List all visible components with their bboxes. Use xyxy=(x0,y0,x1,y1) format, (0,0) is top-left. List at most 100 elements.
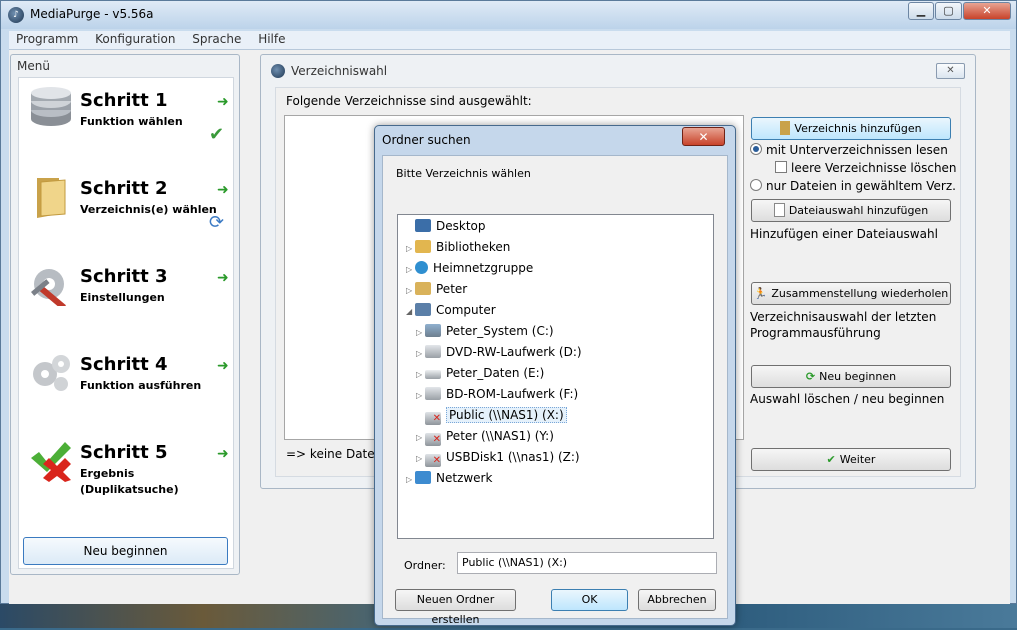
tree-item-label: Netzwerk xyxy=(436,471,493,485)
tools-icon xyxy=(31,269,66,306)
repeat-selection-label: Zusammenstellung wiederholen xyxy=(771,287,949,300)
dialog-prompt: Bitte Verzeichnis wählen xyxy=(396,167,531,180)
folder-tree[interactable]: Desktop ▷ Bibliotheken ▷ Heimnetzgruppe ▷ P… xyxy=(397,214,714,539)
tree-item-label: Computer xyxy=(436,303,496,317)
app-logo-icon: ♪ xyxy=(8,7,24,23)
menu-hilfe[interactable]: Hilfe xyxy=(258,31,285,48)
window-title: MediaPurge - v5.56a xyxy=(30,7,154,21)
network-icon xyxy=(415,471,431,484)
tree-expander[interactable]: ▷ xyxy=(406,260,415,280)
files-only-radio[interactable]: nur Dateien in gewähltem Verz. xyxy=(750,179,956,193)
step-menu-title: Menü xyxy=(17,59,50,73)
document-icon xyxy=(773,203,785,217)
close-button[interactable]: ✕ xyxy=(963,2,1011,20)
checkmark-icon: ✔ xyxy=(209,124,225,145)
tree-item-label: Bibliotheken xyxy=(436,240,511,254)
tree-item-drive-z[interactable]: ▷ ✕ USBDisk1 (\\nas1) (Z:) xyxy=(416,447,580,467)
sidebar-new-start-button[interactable]: Neu beginnen xyxy=(23,537,228,565)
title-bar: ♪ MediaPurge - v5.56a ▁ ▢ ✕ xyxy=(1,1,1016,29)
step-list: Schritt 1 Funktion wählen ➜ ✔ Schritt 2 … xyxy=(18,77,234,569)
tree-item-label: USBDisk1 (\\nas1) (Z:) xyxy=(446,450,580,464)
restart-button[interactable]: ⟳ Neu beginnen xyxy=(751,365,951,388)
tree-item-drive-x[interactable]: ✕ Public (\\NAS1) (X:) xyxy=(416,405,567,425)
tree-item-label: Peter_System (C:) xyxy=(446,324,554,338)
delete-empty-dirs-checkbox[interactable]: leere Verzeichnisse löschen xyxy=(775,161,957,175)
delete-empty-dirs-label: leere Verzeichnisse löschen xyxy=(791,161,957,175)
arrow-right-icon: ➜ xyxy=(217,94,229,110)
tree-item-label: Public (\\NAS1) (X:) xyxy=(446,407,567,423)
folder-label: Ordner: xyxy=(404,559,446,572)
add-file-selection-label: Dateiauswahl hinzufügen xyxy=(788,204,929,217)
step-4-subtitle: Funktion ausführen xyxy=(80,379,202,392)
running-man-icon: 🏃 xyxy=(753,287,768,300)
minimize-button[interactable]: ▁ xyxy=(908,2,934,20)
tree-item-network[interactable]: ▷ Netzwerk xyxy=(406,468,492,488)
tree-item-drive-c[interactable]: ▷ Peter_System (C:) xyxy=(416,321,554,341)
checkmark-icon: ✔ xyxy=(826,453,836,466)
step-5-subtitle-line1: Ergebnis xyxy=(80,467,135,480)
add-directory-button[interactable]: Verzeichnis hinzufügen xyxy=(751,117,951,140)
tree-expander[interactable]: ▷ xyxy=(406,281,415,301)
tree-expander[interactable]: ▷ xyxy=(416,323,425,343)
repeat-selection-desc-2: Programmausführung xyxy=(750,326,881,340)
network-drive-disconnected-icon: ✕ xyxy=(425,433,441,446)
dialog-close-button[interactable]: ✕ xyxy=(682,127,725,146)
tree-item-drive-d[interactable]: ▷ DVD-RW-Laufwerk (D:) xyxy=(416,342,582,362)
radio-unselected xyxy=(750,179,762,191)
radio-selected xyxy=(750,143,762,155)
tree-expander[interactable]: ▷ xyxy=(416,428,425,448)
tree-item-computer[interactable]: ◢ Computer xyxy=(406,300,496,320)
app-logo-icon xyxy=(271,64,285,78)
arrow-right-icon: ➜ xyxy=(217,446,229,462)
tree-expander[interactable]: ▷ xyxy=(416,365,425,385)
add-file-selection-desc: Hinzufügen einer Dateiauswahl xyxy=(750,227,938,241)
tree-item-label: BD-ROM-Laufwerk (F:) xyxy=(446,387,579,401)
step-1-subtitle: Funktion wählen xyxy=(80,115,183,128)
add-file-selection-button[interactable]: Dateiauswahl hinzufügen xyxy=(751,199,951,222)
step-1[interactable]: Schritt 1 Funktion wählen ➜ ✔ xyxy=(19,78,233,166)
dvd-drive-icon xyxy=(425,345,441,358)
menu-konfiguration[interactable]: Konfiguration xyxy=(95,31,175,48)
next-button[interactable]: ✔ Weiter xyxy=(751,448,951,471)
maximize-button[interactable]: ▢ xyxy=(935,2,962,20)
tree-item-homegroup[interactable]: ▷ Heimnetzgruppe xyxy=(406,258,533,278)
menu-programm[interactable]: Programm xyxy=(16,31,78,48)
menu-sprache[interactable]: Sprache xyxy=(192,31,241,48)
tree-item-drive-y[interactable]: ▷ ✕ Peter (\\NAS1) (Y:) xyxy=(416,426,554,446)
new-folder-button[interactable]: Neuen Ordner erstellen xyxy=(395,589,516,626)
subdirs-radio[interactable]: mit Unterverzeichnissen lesen xyxy=(750,143,948,157)
tree-expander[interactable]: ◢ xyxy=(406,302,415,322)
libraries-icon xyxy=(415,240,431,253)
repeat-selection-button[interactable]: 🏃 Zusammenstellung wiederholen xyxy=(751,282,951,305)
cancel-button[interactable]: Abbrechen xyxy=(638,589,716,611)
bd-drive-icon xyxy=(425,387,441,400)
tree-expander[interactable]: ▷ xyxy=(406,239,415,259)
step-3[interactable]: Schritt 3 Einstellungen ➜ xyxy=(19,254,233,342)
step-2[interactable]: Schritt 2 Verzeichnis(e) wählen ➜ ⟳ xyxy=(19,166,233,254)
step-3-subtitle: Einstellungen xyxy=(80,291,165,304)
step-menu-panel: Menü Schritt 1 Funktion wählen ➜ ✔ Schri… xyxy=(10,54,240,575)
tree-item-peter[interactable]: ▷ Peter xyxy=(406,279,467,299)
tree-item-label: Peter xyxy=(436,282,468,296)
tree-expander[interactable]: ▷ xyxy=(406,470,415,490)
subdirs-radio-label: mit Unterverzeichnissen lesen xyxy=(766,143,948,157)
tree-item-drive-e[interactable]: ▷ Peter_Daten (E:) xyxy=(416,363,544,383)
panel-close-button[interactable]: ✕ xyxy=(936,63,965,79)
step-5[interactable]: Schritt 5 Ergebnis (Duplikatsuche) ➜ xyxy=(19,430,233,534)
tree-expander[interactable]: ▷ xyxy=(416,449,425,469)
tree-expander[interactable]: ▷ xyxy=(416,386,425,406)
tree-item-desktop[interactable]: Desktop xyxy=(406,216,486,236)
step-4[interactable]: Schritt 4 Funktion ausführen ➜ xyxy=(19,342,233,430)
next-label: Weiter xyxy=(839,453,876,466)
folder-small-icon xyxy=(780,121,791,135)
folder-icon xyxy=(37,178,66,218)
tree-item-drive-f[interactable]: ▷ BD-ROM-Laufwerk (F:) xyxy=(416,384,578,404)
selected-dirs-heading: Folgende Verzeichnisse sind ausgewählt: xyxy=(286,94,532,108)
network-drive-disconnected-icon: ✕ xyxy=(425,454,441,467)
step-5-title: Schritt 5 xyxy=(80,442,168,463)
folder-input[interactable]: Public (\\NAS1) (X:) xyxy=(457,552,717,574)
tree-item-libraries[interactable]: ▷ Bibliotheken xyxy=(406,237,510,257)
step-4-title: Schritt 4 xyxy=(80,354,168,375)
ok-button[interactable]: OK xyxy=(551,589,628,611)
tree-expander[interactable]: ▷ xyxy=(416,344,425,364)
